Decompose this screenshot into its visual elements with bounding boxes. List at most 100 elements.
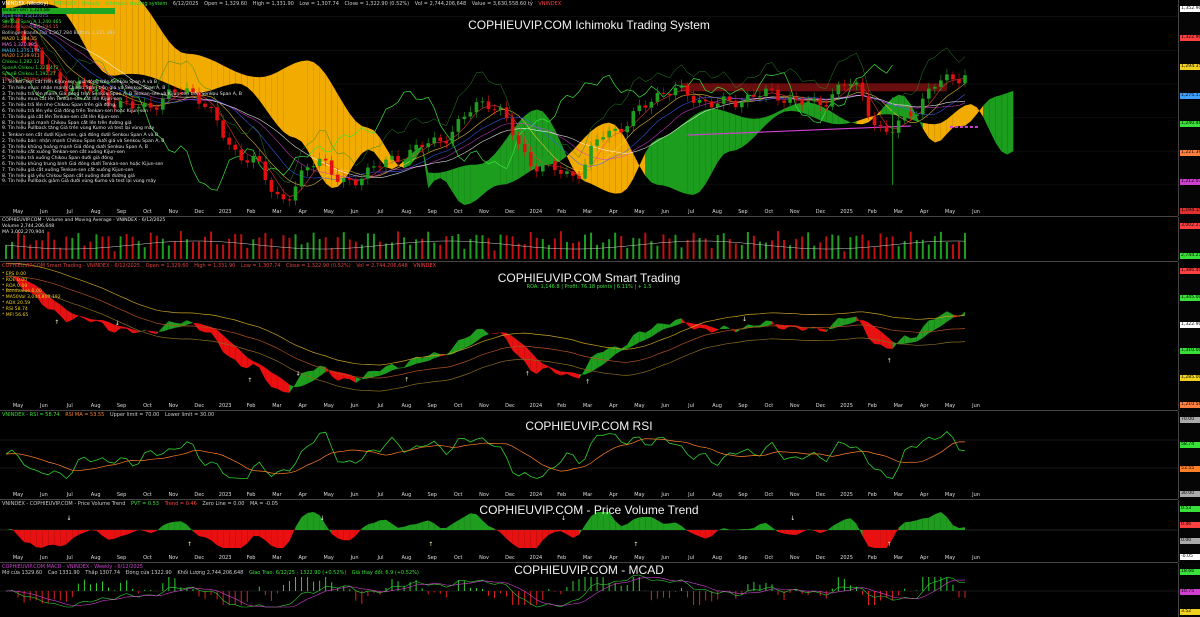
month-tick-label: Nov: [789, 403, 800, 409]
month-tick-label: Oct: [764, 555, 774, 561]
volume-bar: [336, 237, 339, 259]
pvt-area-segment: [627, 519, 634, 530]
month-tick-label: Nov: [168, 403, 179, 409]
pvt-scale[interactable]: 0.53 0.46 0.00 -0.05: [1178, 500, 1200, 562]
volume-bar: [191, 242, 194, 259]
pvt-area-segment: [892, 527, 899, 539]
candle-body: [625, 126, 630, 133]
smart-trading-scale[interactable]: 1,386.40 1,345.00 1,322.90 1,310.00 1,285.00…: [1178, 262, 1200, 410]
candle-body: [945, 74, 949, 81]
ichimoku-price-scale[interactable]: 1,352.90 1,322.90 1,294.35 1,275.17 1,240.46…: [1178, 0, 1200, 216]
volume-bar: [89, 241, 92, 259]
smart-trend-ribbon: [253, 361, 260, 368]
volume-bar: [463, 248, 466, 259]
month-tick-label: Sep: [738, 209, 748, 215]
kumo-cloud-segment: [114, 0, 121, 76]
pvt-area-segment: [361, 524, 368, 530]
candle-body: [547, 161, 551, 164]
macd-pane[interactable]: COPHIEUVIP.COM MACD - VNINDEX - Weekly -…: [0, 563, 1178, 617]
rsi-scale[interactable]: 70.00 58.74 53.55 30.00: [1178, 411, 1200, 499]
volume-chart[interactable]: [0, 217, 1178, 261]
volume-bar: [861, 234, 864, 259]
month-tick-label: 2023: [218, 403, 232, 409]
month-tick-label: Feb: [557, 209, 567, 215]
candle-body: [390, 155, 394, 160]
rsi-pane[interactable]: VNINDEX - RSI = 58.74 RSI MA = 53.55 Upp…: [0, 411, 1178, 500]
pvt-area-segment: [452, 520, 459, 530]
pvt-area-segment: [585, 516, 592, 530]
macd-scale[interactable]: 18.66 10.75 3.52: [1178, 563, 1200, 617]
pvt-pane[interactable]: ↓ ↑ ↓ ↑ ↓ ↑ ↓ ↑ VNINDEX - COPHIEUVIP.COM - Pric…: [0, 500, 1178, 563]
kumo-cloud-segment: [705, 108, 712, 184]
month-tick-label: Jun: [972, 403, 980, 409]
smart-trend-ribbon: [591, 353, 598, 372]
volume-bar: [927, 244, 930, 259]
month-tick-label: Jul: [688, 555, 695, 561]
kumo-cloud-segment: [301, 60, 308, 151]
volume-bar: [65, 236, 68, 259]
smart-trend-ribbon: [585, 357, 592, 375]
pvt-area-segment: [796, 530, 803, 535]
volume-bar: [354, 241, 357, 259]
candle-body: [305, 167, 310, 171]
candle-body: [378, 166, 382, 168]
month-tick-label: Sep: [116, 492, 127, 498]
volume-scale[interactable]: 3,002.27 2,744.21: [1178, 217, 1200, 261]
scale-value-tag: -0.05: [1180, 554, 1200, 560]
candle-body: [715, 103, 720, 108]
candle-body: [498, 107, 503, 110]
pvt-area-segment: [506, 530, 513, 544]
volume-bar: [384, 243, 387, 259]
pvt-area-segment: [440, 528, 447, 530]
candle-body: [366, 167, 370, 179]
ichimoku-pane[interactable]: VNINDEX (Weekly) VNINDEX - Weekly Ichimo…: [0, 0, 1178, 217]
pvt-area-segment: [30, 530, 37, 548]
volume-bar: [740, 244, 743, 259]
month-tick-label: May: [944, 403, 956, 409]
month-tick-label: Mar: [582, 492, 593, 498]
kumo-cloud-segment: [1001, 93, 1008, 155]
candle-body: [667, 93, 672, 96]
pvt-area-segment: [778, 530, 785, 534]
smart-trend-ribbon: [922, 320, 929, 338]
kumo-cloud-segment: [729, 112, 736, 152]
pvt-signal-arrow: ↑: [428, 541, 433, 548]
volume-pane[interactable]: COPHIEUVIP.COM - Volume and Moving Avera…: [0, 217, 1178, 262]
pvt-area-segment: [753, 524, 760, 530]
month-tick-label: Dec: [194, 209, 205, 215]
smart-trend-ribbon: [259, 363, 266, 380]
volume-bar: [252, 239, 255, 259]
volume-bar: [125, 233, 128, 259]
candle-body: [643, 105, 648, 108]
volume-bar: [964, 232, 966, 259]
kumo-cloud-segment: [989, 96, 996, 142]
volume-bar: [391, 242, 394, 259]
pvt-area-segment: [126, 530, 133, 535]
pvt-area-segment: [518, 530, 525, 548]
smart-trend-ribbon: [579, 369, 585, 379]
smart-trend-ribbon: [681, 318, 688, 326]
month-tick-label: Dec: [505, 403, 515, 409]
pvt-area-segment: [392, 523, 398, 530]
volume-bar: [867, 240, 870, 259]
scale-value-tag: 1,386.40: [1180, 268, 1200, 274]
pvt-area-segment: [18, 530, 25, 543]
volume-bar: [710, 247, 713, 259]
month-tick-label: May: [944, 492, 956, 498]
pvt-area-segment: [916, 518, 923, 530]
kumo-cloud-segment: [253, 76, 260, 101]
smart-trend-ribbon: [850, 316, 857, 324]
volume-bar: [807, 232, 810, 259]
kumo-cloud-segment: [826, 108, 833, 124]
month-tick-label: Mar: [893, 403, 904, 409]
smart-trend-ribbon: [844, 317, 851, 326]
candle-body: [589, 145, 593, 165]
pvt-area-segment: [386, 519, 392, 530]
smart-trading-pane[interactable]: ↑ ↓ ↑ ↓ ↑ ↑ ↑ ↓ ↑ COPHIEUVIP.COM Smart Trading -…: [0, 262, 1178, 411]
volume-bar: [77, 233, 80, 259]
volume-bar: [366, 233, 369, 259]
volume-bar: [577, 241, 580, 259]
month-tick-label: Aug: [401, 209, 412, 215]
pvt-area-segment: [331, 530, 338, 539]
volume-bar: [155, 235, 158, 259]
